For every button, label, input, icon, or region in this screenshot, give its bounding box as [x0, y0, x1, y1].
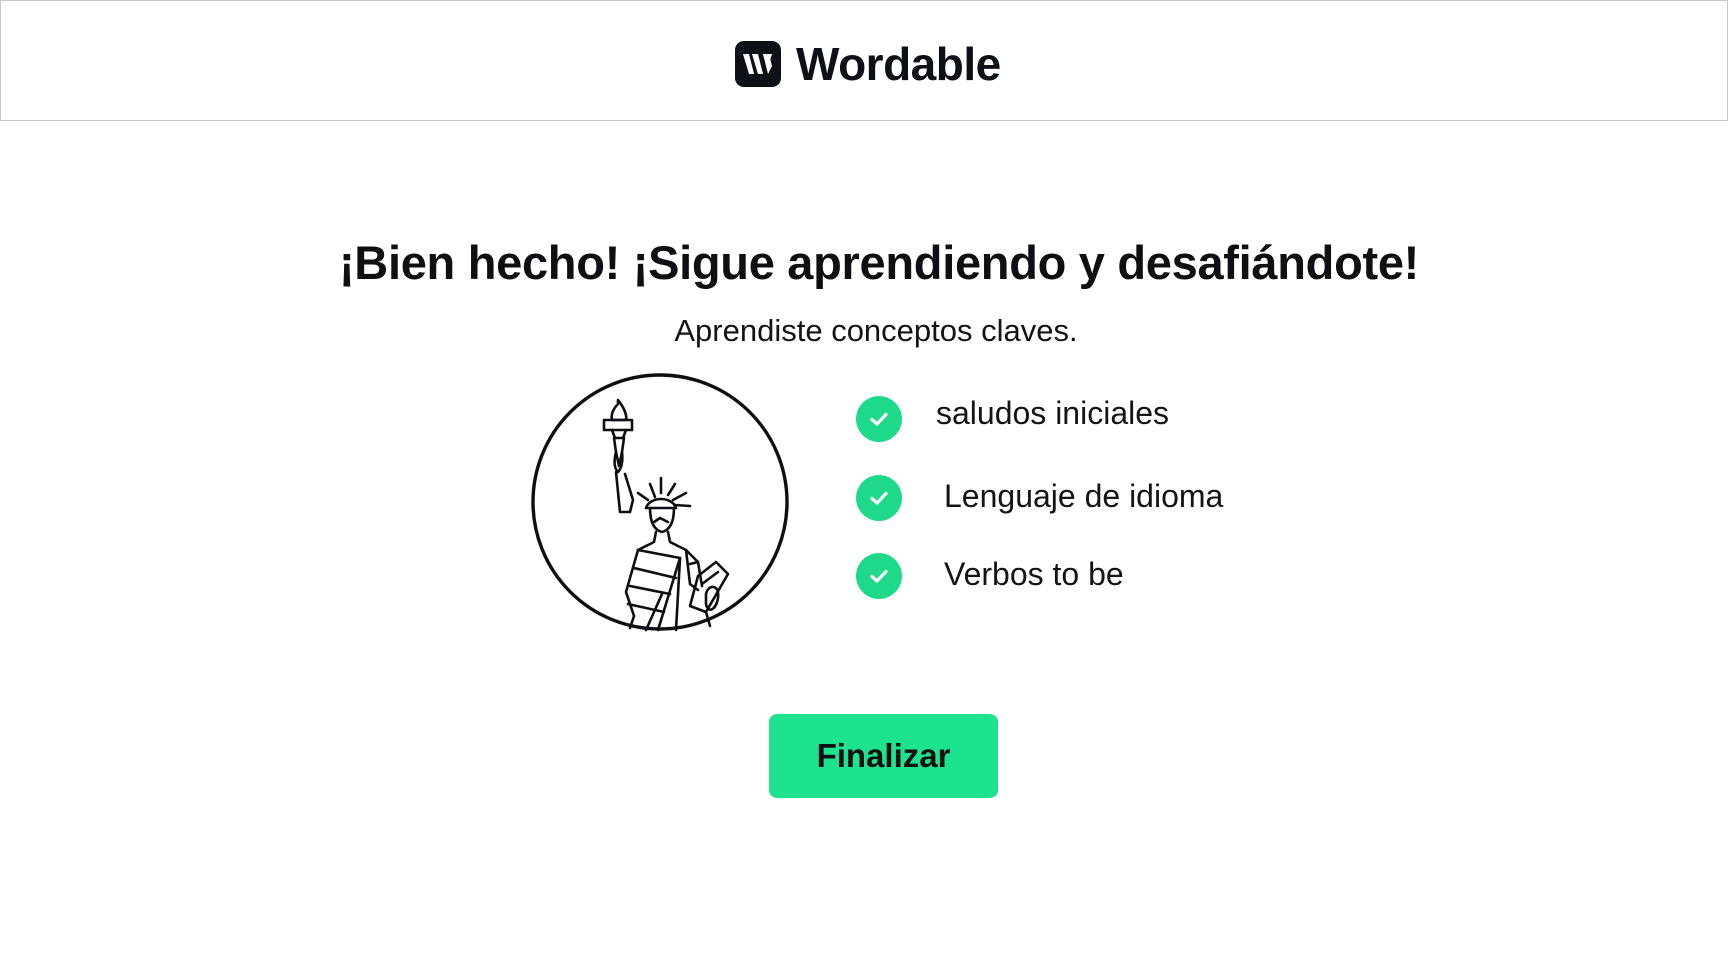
concept-label: Lenguaje de idioma [944, 478, 1224, 514]
concept-label: Verbos to be [944, 556, 1124, 592]
brand[interactable]: Wordable [735, 41, 1001, 87]
check-circle-icon [856, 475, 902, 521]
completion-subtitle: Aprendiste conceptos claves. [674, 313, 1078, 348]
concepts-list: saludos iniciales Lenguaje de idioma Ver… [856, 395, 1223, 599]
wordable-logo-icon [735, 41, 781, 87]
concept-item: Lenguaje de idioma [856, 475, 1223, 521]
finish-button[interactable]: Finalizar [769, 714, 998, 798]
concept-label: saludos iniciales [936, 395, 1170, 431]
check-circle-icon [856, 396, 902, 442]
brand-name: Wordable [796, 38, 1001, 90]
concept-item: saludos iniciales [856, 395, 1223, 442]
completion-title: ¡Bien hecho! ¡Sigue aprendiendo y desafi… [338, 236, 1420, 290]
concept-item: Verbos to be [856, 553, 1223, 599]
top-header: Wordable [0, 0, 1728, 121]
statue-of-liberty-icon [530, 372, 790, 632]
check-circle-icon [856, 553, 902, 599]
